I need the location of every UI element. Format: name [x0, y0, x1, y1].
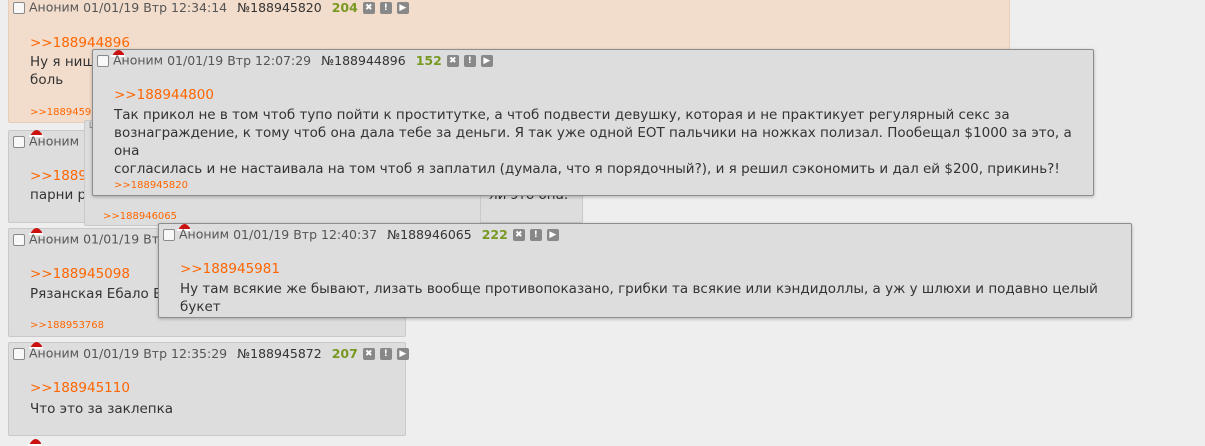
post-count: 207 [331, 345, 358, 361]
message-line: Что это за заклепка [30, 401, 174, 417]
report-icon[interactable]: ! [529, 228, 542, 241]
backlink[interactable]: >>188945820 [114, 180, 188, 191]
poster-name: Аноним [29, 345, 80, 361]
poster-name: Аноним [179, 226, 230, 242]
post-header: Аноним 01/01/19 Втр 12:35:29 №188945872 207… [13, 345, 409, 362]
play-icon[interactable]: ▶ [396, 1, 409, 14]
message-line: Так прикол не в том чтоб тупо пойти к пр… [114, 107, 1010, 123]
report-icon[interactable]: ! [379, 347, 392, 360]
popup-post-188944896: Аноним 01/01/19 Втр 12:07:29 №188944896 152… [92, 49, 1094, 196]
select-checkbox[interactable] [13, 347, 25, 360]
select-checkbox[interactable] [163, 228, 175, 241]
reply-link[interactable]: >>188945110 [30, 380, 130, 396]
message-line: Ну я нищ [30, 54, 96, 70]
post-count: 152 [415, 52, 442, 68]
hide-icon[interactable]: ✖ [512, 228, 525, 241]
message-line: Рязанская Ебало В [30, 286, 163, 302]
post-number[interactable]: №188945872 [237, 346, 322, 361]
post-date: 01/01/19 Втр 12:40:37 [233, 226, 378, 242]
post-message: Ну я нищ боль [30, 53, 95, 89]
select-checkbox[interactable] [13, 1, 25, 14]
poster-name: Аноним 01/01/19 Втр [29, 231, 167, 247]
select-checkbox[interactable] [13, 135, 25, 148]
post-header: Аноним 01/01/19 Втр [13, 231, 167, 248]
poster-name: Аноним [113, 52, 164, 68]
backlink[interactable]: >>188946065 [103, 211, 177, 222]
post-date: 01/01/19 Втр 12:35:29 [83, 345, 228, 361]
post-count: 204 [331, 0, 358, 15]
play-icon[interactable]: ▶ [396, 347, 409, 360]
backlink[interactable]: >>188953768 [30, 320, 104, 331]
post-item: Аноним 01/01/19 Втр 12:35:29 №188945872 207… [8, 341, 409, 436]
hide-icon[interactable]: ✖ [362, 347, 375, 360]
report-icon[interactable]: ! [379, 1, 392, 14]
play-icon[interactable]: ▶ [480, 54, 493, 67]
hide-icon[interactable]: ✖ [446, 54, 459, 67]
post-date: 01/01/19 Втр 12:34:14 [83, 0, 228, 15]
report-icon[interactable]: ! [463, 54, 476, 67]
post-message: Так прикол не в том чтоб тупо пойти к пр… [114, 106, 1093, 178]
message-line: вознаграждение, к тому чтоб она дала теб… [114, 125, 1072, 159]
poster-name: Аноним [29, 0, 80, 15]
backlink[interactable]: >>1889459 [30, 107, 91, 118]
message-line: боль [30, 72, 64, 88]
post-header: Аноним ( [13, 133, 88, 150]
santa-hat-icon [28, 438, 42, 446]
message-line: парни р [30, 187, 87, 203]
hide-icon[interactable]: ✖ [362, 1, 375, 14]
reply-link[interactable]: >>188945098 [30, 266, 130, 282]
post-date: 01/01/19 Втр 12:07:29 [167, 52, 312, 68]
post-header: Аноним 01/01/19 Втр 12:40:37 №188946065 222… [163, 226, 559, 243]
post-number[interactable]: №188945820 [237, 0, 322, 15]
post-header: Аноним 01/01/19 Втр 12:07:29 №188944896 152… [97, 52, 493, 69]
play-icon[interactable]: ▶ [546, 228, 559, 241]
post-header: Аноним 01/01/19 Втр 12:34:14 №188945820 204… [13, 0, 409, 16]
select-checkbox[interactable] [13, 233, 25, 246]
message-line: согласилась и не настаивала на том чтоб … [114, 161, 1060, 177]
message-line: Ну там всякие же бывают, лизать вообще п… [180, 281, 1098, 315]
select-checkbox[interactable] [97, 54, 109, 67]
post-count: 222 [481, 226, 508, 242]
reply-link[interactable]: >>188945981 [180, 261, 280, 277]
poster-name: Аноним ( [29, 133, 88, 149]
popup-post-188946065: Аноним 01/01/19 Втр 12:40:37 №188946065 222… [158, 223, 1132, 318]
post-number[interactable]: №188944896 [321, 53, 406, 68]
reply-link[interactable]: >>188944800 [114, 87, 214, 103]
post-number[interactable]: №188946065 [387, 227, 472, 242]
